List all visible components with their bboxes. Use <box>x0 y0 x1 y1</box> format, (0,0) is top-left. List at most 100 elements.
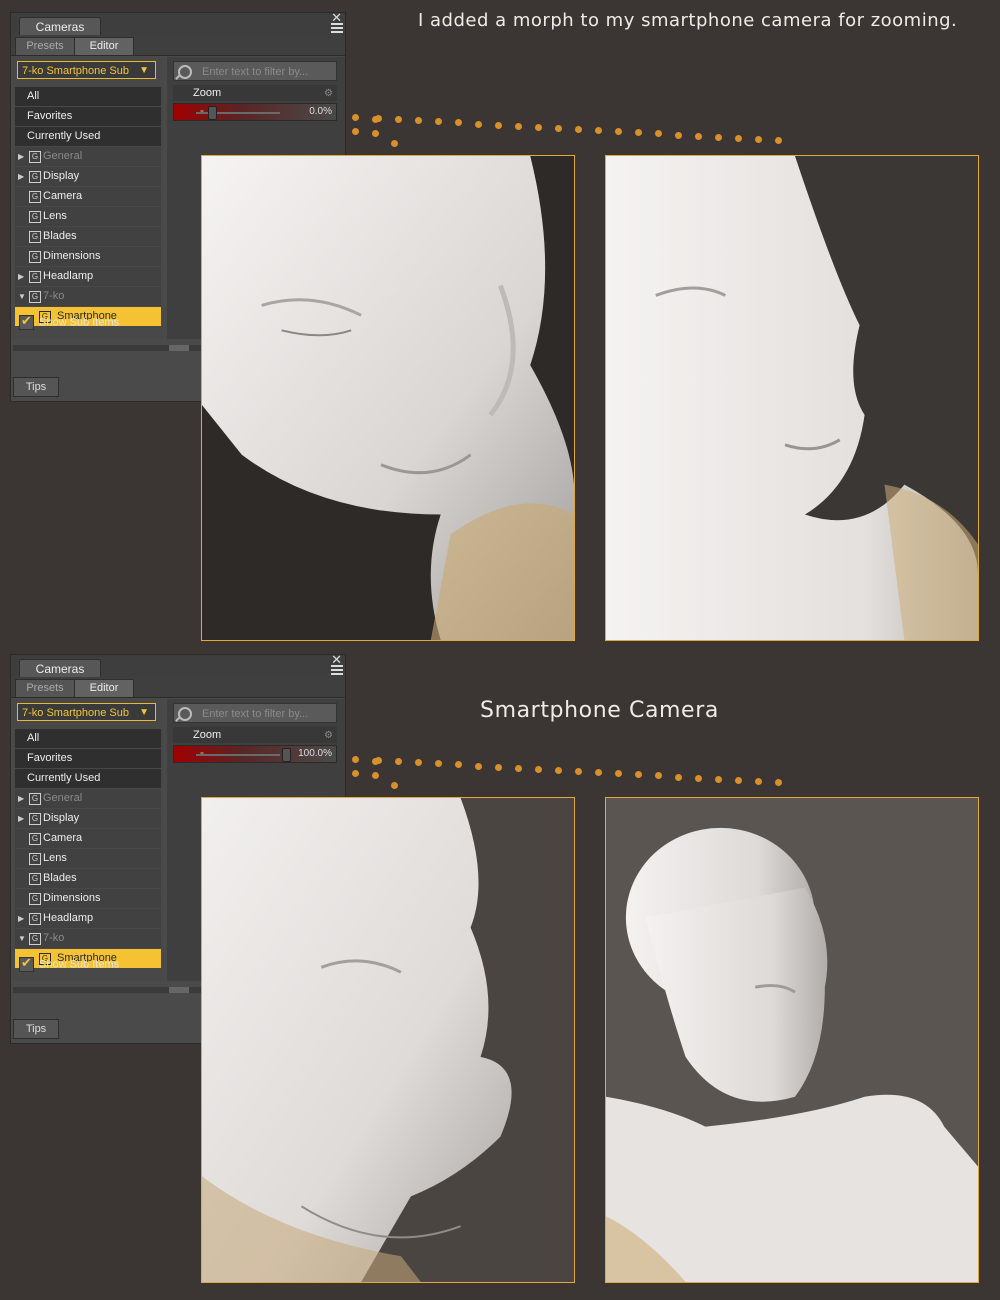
group-headlamp[interactable]: ▶ G Headlamp <box>15 909 161 928</box>
tab-presets[interactable]: Presets <box>15 37 75 55</box>
connector-dot <box>435 118 442 126</box>
panel-menu-icon[interactable] <box>331 665 343 677</box>
connector-dot <box>695 132 702 140</box>
group-7-ko[interactable]: ▼ G 7-ko <box>15 287 161 306</box>
show-sub-items-label: Show Sub Items <box>39 316 120 329</box>
group-blades[interactable]: G Blades <box>15 227 161 246</box>
connector-dot <box>495 121 502 129</box>
group-list: All Favorites Currently Used ▶ G General ▶… <box>15 87 161 327</box>
connector-dot <box>372 130 379 137</box>
show-sub-items[interactable]: Show Sub Items <box>19 313 120 330</box>
connector-dot <box>435 760 442 768</box>
panel-menu-icon[interactable] <box>331 23 343 35</box>
zoom-slider[interactable]: - 100.0% <box>173 745 337 763</box>
expand-arrow-icon[interactable]: ▶ <box>18 267 24 286</box>
zoom-label: Zoom <box>193 729 222 741</box>
list-item-currently-used[interactable]: Currently Used <box>15 769 161 788</box>
group-label: Lens <box>43 852 67 864</box>
minus-icon[interactable]: - <box>200 745 204 759</box>
filter-input[interactable] <box>200 63 338 81</box>
connector-dot <box>775 779 782 786</box>
connector-dot <box>352 114 359 121</box>
group-label: Dimensions <box>43 250 101 262</box>
tab-tips[interactable]: Tips <box>13 377 59 397</box>
group-icon: G <box>29 933 41 945</box>
expand-arrow-icon[interactable]: ▶ <box>18 789 24 808</box>
tab-editor[interactable]: Editor <box>74 679 134 697</box>
group-display[interactable]: ▶ G Display <box>15 167 161 186</box>
group-icon: G <box>29 873 41 885</box>
caption-top: I added a morph to my smartphone camera … <box>418 10 958 31</box>
chevron-down-icon: ▼ <box>139 65 149 76</box>
list-item-favorites[interactable]: Favorites <box>15 107 161 126</box>
connector-dot <box>455 119 462 127</box>
connector-dot <box>615 128 622 136</box>
group-lens[interactable]: G Lens <box>15 207 161 226</box>
group-icon: G <box>29 191 41 203</box>
head-render-image <box>606 156 978 640</box>
connector-dot <box>635 771 642 779</box>
group-camera[interactable]: G Camera <box>15 829 161 848</box>
connector-dot <box>635 129 642 137</box>
connector-dot <box>595 127 602 135</box>
group-icon: G <box>29 913 41 925</box>
group-blades[interactable]: G Blades <box>15 869 161 888</box>
group-dimensions[interactable]: G Dimensions <box>15 247 161 266</box>
list-item-currently-used[interactable]: Currently Used <box>15 127 161 146</box>
group-lens[interactable]: G Lens <box>15 849 161 868</box>
tab-presets[interactable]: Presets <box>15 679 75 697</box>
group-camera[interactable]: G Camera <box>15 187 161 206</box>
group-label: Headlamp <box>43 912 94 924</box>
group-7-ko[interactable]: ▼ G 7-ko <box>15 929 161 948</box>
connector-dot <box>775 137 782 144</box>
connector-dot <box>695 774 702 782</box>
gear-icon[interactable]: ⚙ <box>324 728 333 744</box>
expand-arrow-icon[interactable]: ▶ <box>18 909 24 928</box>
zoom-value[interactable]: 100.0% <box>298 748 332 759</box>
gear-icon[interactable]: ⚙ <box>324 86 333 102</box>
group-display[interactable]: ▶ G Display <box>15 809 161 828</box>
group-general[interactable]: ▶ G General <box>15 789 161 808</box>
connector-dot <box>372 772 379 779</box>
group-headlamp[interactable]: ▶ G Headlamp <box>15 267 161 286</box>
zoom-value[interactable]: 0.0% <box>309 106 332 117</box>
connector-dot <box>515 764 522 772</box>
connector-dot <box>755 777 762 785</box>
zoom-property-label: Zoom ⚙ <box>173 727 337 743</box>
slider-knob[interactable] <box>282 748 291 762</box>
tab-cameras[interactable]: Cameras <box>19 17 101 36</box>
zoom-slider[interactable]: - 0.0% <box>173 103 337 121</box>
camera-dropdown[interactable]: 7-ko Smartphone Sub ▼ <box>17 703 156 721</box>
filter-input[interactable] <box>200 705 338 723</box>
show-sub-items-checkbox[interactable] <box>19 955 34 972</box>
group-icon: G <box>29 231 41 243</box>
camera-dropdown[interactable]: 7-ko Smartphone Sub ▼ <box>17 61 156 79</box>
group-dimensions[interactable]: G Dimensions <box>15 889 161 908</box>
connector-dot <box>352 128 359 135</box>
collapse-arrow-icon[interactable]: ▼ <box>18 929 26 948</box>
show-sub-items[interactable]: Show Sub Items <box>19 955 119 972</box>
show-sub-items-checkbox[interactable] <box>19 313 34 330</box>
tab-tips[interactable]: Tips <box>13 1019 59 1039</box>
list-item-all[interactable]: All <box>15 87 161 106</box>
list-item-all[interactable]: All <box>15 729 161 748</box>
group-icon: G <box>29 853 41 865</box>
render-top-right <box>605 155 979 641</box>
connector-dot <box>495 763 502 771</box>
minus-icon[interactable]: - <box>200 103 204 117</box>
connector-dot <box>715 133 722 141</box>
expand-arrow-icon[interactable]: ▶ <box>18 147 24 166</box>
group-label: Blades <box>43 230 77 242</box>
group-label: Lens <box>43 210 67 222</box>
group-general[interactable]: ▶ G General <box>15 147 161 166</box>
connector-dot <box>395 116 402 124</box>
connector-dot <box>575 768 582 775</box>
list-item-favorites[interactable]: Favorites <box>15 749 161 768</box>
expand-arrow-icon[interactable]: ▶ <box>18 167 24 186</box>
expand-arrow-icon[interactable]: ▶ <box>18 809 24 828</box>
connector-dot <box>675 773 682 781</box>
tab-editor[interactable]: Editor <box>74 37 134 55</box>
collapse-arrow-icon[interactable]: ▼ <box>18 287 26 306</box>
tab-cameras[interactable]: Cameras <box>19 659 101 678</box>
slider-knob[interactable] <box>208 106 217 120</box>
